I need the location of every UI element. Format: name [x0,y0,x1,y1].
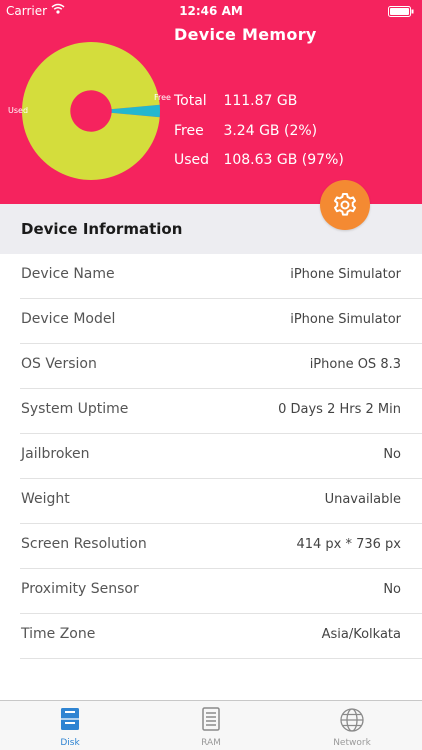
tab-bar: Disk RAM Network [0,700,422,750]
info-key: Screen Resolution [21,536,147,552]
info-row-device-name: Device Name iPhone Simulator [0,254,422,299]
status-bar: Carrier 12:46 AM [0,0,422,22]
info-value: iPhone OS 8.3 [309,357,401,372]
info-key: Weight [21,491,70,507]
info-row-os-version: OS Version iPhone OS 8.3 [0,344,422,389]
section-title: Device Information [21,220,183,238]
gear-icon [334,193,356,216]
used-label: Used [174,152,210,168]
used-value: 108.63 GB (97%) [223,152,344,168]
tab-disk[interactable]: Disk [0,701,140,750]
tab-label-network: Network [333,738,371,748]
info-key: Jailbroken [21,446,90,462]
total-value: 111.87 GB [223,93,298,109]
ram-icon [202,707,220,731]
info-row-weight: Weight Unavailable [0,479,422,524]
free-label: Free [174,123,204,139]
info-value: iPhone Simulator [290,267,401,282]
info-value: No [383,447,401,462]
device-info-list: Device Name iPhone Simulator Device Mode… [0,254,422,659]
memory-title: Device Memory [174,25,317,44]
memory-used-row: Used 108.63 GB (97%) [174,152,344,168]
info-key: Device Model [21,311,116,327]
info-value: 414 px * 736 px [296,537,401,552]
info-row-time-zone: Time Zone Asia/Kolkata [0,614,422,659]
info-key: System Uptime [21,401,129,417]
info-row-jailbroken: Jailbroken No [0,434,422,479]
pie-label-free: Free [154,93,171,102]
free-value: 3.24 GB (2%) [223,123,318,139]
settings-button[interactable] [320,180,370,230]
info-key: OS Version [21,356,97,372]
pie-label-used: Used [8,106,28,115]
info-key: Time Zone [21,626,96,642]
info-value: 0 Days 2 Hrs 2 Min [278,402,401,417]
tab-network[interactable]: Network [282,701,422,750]
memory-pie-chart: Used Free [8,42,171,181]
globe-icon [340,708,364,732]
info-value: iPhone Simulator [290,312,401,327]
total-label: Total [174,93,207,109]
info-row-proximity-sensor: Proximity Sensor No [0,569,422,614]
info-key: Device Name [21,266,115,282]
status-time: 12:46 AM [179,4,243,18]
info-value: No [383,582,401,597]
info-value: Unavailable [324,492,401,507]
tab-ram[interactable]: RAM [141,701,281,750]
memory-header: Carrier 12:46 AM Used Free Device Memory … [0,0,422,204]
info-key: Proximity Sensor [21,581,139,597]
tab-label-disk: Disk [60,738,80,748]
memory-free-row: Free 3.24 GB (2%) [174,123,317,139]
tab-label-ram: RAM [201,738,221,748]
battery-icon [388,6,414,20]
memory-total-row: Total 111.87 GB [174,93,297,109]
disk-icon [61,708,79,730]
info-value: Asia/Kolkata [321,627,401,642]
info-row-device-model: Device Model iPhone Simulator [0,299,422,344]
info-row-system-uptime: System Uptime 0 Days 2 Hrs 2 Min [0,389,422,434]
info-row-screen-resolution: Screen Resolution 414 px * 736 px [0,524,422,569]
